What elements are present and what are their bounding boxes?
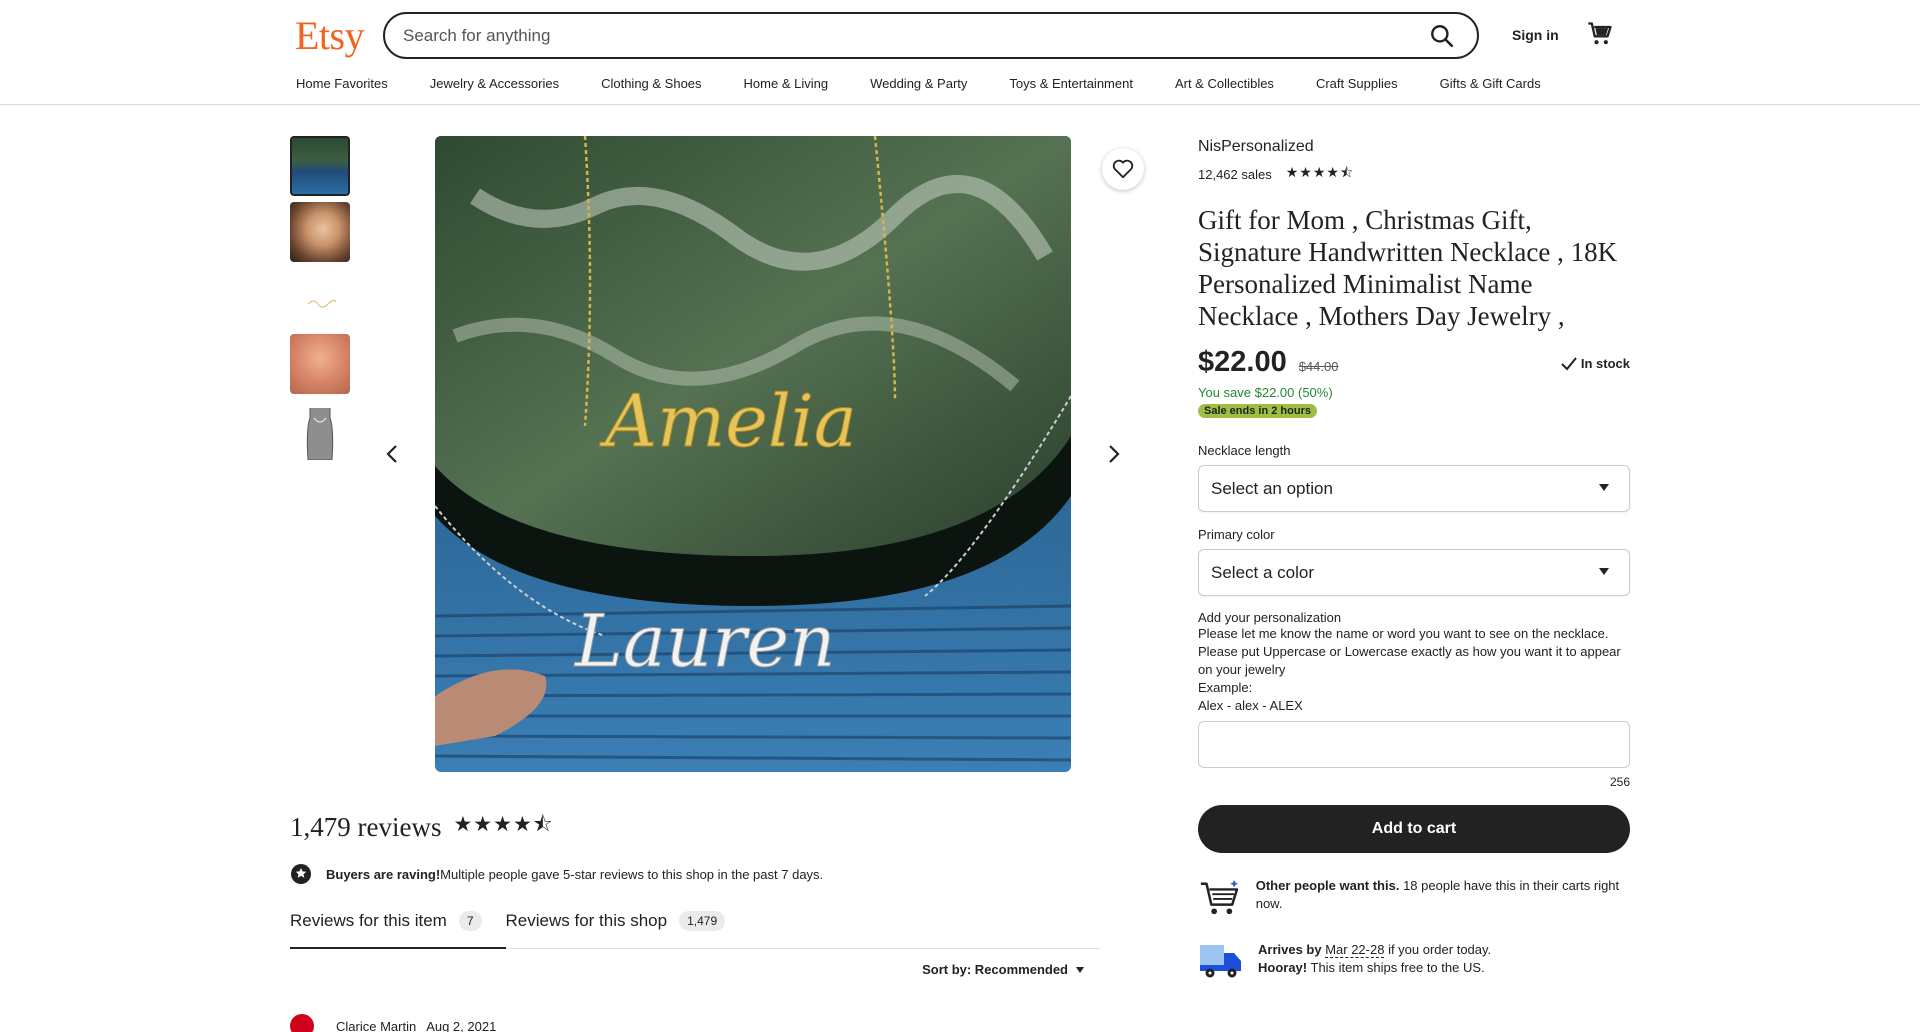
- original-price: $44.00: [1298, 359, 1339, 374]
- arrives-date[interactable]: Mar 22-28: [1325, 942, 1385, 958]
- reviews-rating-stars: ★★★★⯪: [453, 812, 554, 836]
- hooray-bold: Hooray!: [1258, 960, 1308, 975]
- instruction-line-4: Alex - alex - ALEX: [1198, 698, 1303, 713]
- necklace-text-1: Amelia: [599, 379, 857, 463]
- thumbnail-2[interactable]: [290, 202, 350, 262]
- heart-icon: [1112, 159, 1134, 179]
- char-count: 256: [1609, 775, 1630, 789]
- sales-count: 12,462 sales: [1198, 166, 1272, 182]
- nav-home-favorites[interactable]: Home Favorites: [296, 76, 388, 91]
- nav-jewelry[interactable]: Jewelry & Accessories: [430, 76, 559, 91]
- shipping-notice: Arrives by Mar 22-28 if you order today.…: [1198, 941, 1630, 981]
- raving-bold: Buyers are raving!: [326, 866, 441, 882]
- shipping-text: Arrives by Mar 22-28 if you order today.…: [1258, 941, 1491, 977]
- thumbnail-4[interactable]: [290, 334, 350, 394]
- search-bar[interactable]: [383, 12, 1479, 59]
- nav-art[interactable]: Art & Collectibles: [1175, 76, 1274, 91]
- review-date: Aug 2, 2021: [426, 1018, 497, 1032]
- caret-down-icon: [1599, 568, 1609, 575]
- nav-craft[interactable]: Craft Supplies: [1316, 76, 1398, 91]
- cart-icon[interactable]: [1586, 20, 1614, 48]
- personalization-label: Add your personalization: [1198, 610, 1342, 625]
- product-title: Gift for Mom , Christmas Gift, Signature…: [1198, 205, 1618, 331]
- prev-image-button[interactable]: [372, 434, 412, 474]
- personalization-instructions: Please let me know the name or word you …: [1198, 625, 1630, 715]
- tab-reviews-shop-count: 1,479: [679, 911, 726, 931]
- chevron-right-icon: [1109, 445, 1120, 463]
- thumbnail-5[interactable]: [290, 400, 350, 460]
- raving-icon: [291, 864, 311, 884]
- savings-text: You save $22.00 (50%): [1198, 385, 1333, 400]
- favorite-button[interactable]: [1102, 148, 1144, 190]
- arrives-suffix: if you order today.: [1384, 942, 1492, 957]
- primary-color-value: Select a color: [1211, 563, 1314, 582]
- thumbnail-list: [290, 136, 350, 466]
- instruction-line-3: Example:: [1198, 680, 1253, 695]
- arrives-prefix: Arrives by: [1258, 942, 1326, 957]
- necklace-photo: Amelia Lauren: [435, 136, 1071, 772]
- primary-color-select[interactable]: Select a color: [1198, 549, 1630, 596]
- review-author-row: Clarice Martin Aug 2, 2021: [290, 1014, 496, 1032]
- product-details: NisPersonalized 12,462 sales ★★★★⯪ Gift …: [1198, 138, 1630, 981]
- demand-bold: Other people want this.: [1255, 878, 1400, 893]
- nav-clothing[interactable]: Clothing & Shoes: [601, 76, 701, 91]
- shop-rating-stars[interactable]: ★★★★⯪: [1286, 162, 1354, 186]
- site-header: Etsy Sign in Home Favorites Jewelry & Ac…: [0, 0, 1920, 105]
- sort-label: Sort by: Recommended: [922, 962, 1068, 977]
- personalization-textarea[interactable]: [1198, 721, 1630, 768]
- reviews-count: 1,479 reviews: [290, 812, 442, 842]
- reviewer-name[interactable]: Clarice Martin: [336, 1019, 416, 1032]
- check-icon: [1561, 356, 1577, 370]
- necklace-text-2: Lauren: [573, 599, 836, 683]
- reviews-header: 1,479 reviews ★★★★⯪: [290, 810, 1100, 845]
- stock-text: In stock: [1580, 356, 1630, 371]
- caret-down-icon: [1599, 484, 1609, 491]
- reviews-tabs: Reviews for this item 7 Reviews for this…: [290, 911, 1100, 949]
- sign-in-link[interactable]: Sign in: [1512, 27, 1559, 43]
- search-input[interactable]: [403, 14, 1383, 57]
- price-row: $22.00 $44.00 In stock: [1198, 346, 1630, 379]
- thumbnail-3[interactable]: [290, 268, 350, 328]
- tab-reviews-shop[interactable]: Reviews for this shop 1,479: [506, 911, 750, 948]
- chevron-left-icon: [386, 445, 397, 463]
- next-image-button[interactable]: [1094, 434, 1134, 474]
- stock-status: In stock: [1561, 356, 1630, 371]
- instruction-line-2: Please put Uppercase or Lowercase exactl…: [1198, 644, 1621, 677]
- cart-demand-icon: [1200, 879, 1239, 915]
- nav-home-living[interactable]: Home & Living: [744, 76, 829, 91]
- tab-reviews-item[interactable]: Reviews for this item 7: [290, 911, 506, 949]
- shop-sales-row: 12,462 sales ★★★★⯪: [1198, 162, 1630, 186]
- necklace-length-value: Select an option: [1211, 479, 1333, 498]
- etsy-logo[interactable]: Etsy: [295, 12, 365, 59]
- thumbnail-1[interactable]: [290, 136, 350, 196]
- nav-toys[interactable]: Toys & Entertainment: [1009, 76, 1133, 91]
- truck-icon: [1200, 945, 1241, 978]
- nav-wedding[interactable]: Wedding & Party: [870, 76, 967, 91]
- tab-reviews-item-count: 7: [458, 911, 482, 931]
- add-to-cart-button[interactable]: Add to cart: [1198, 805, 1630, 853]
- avatar: [290, 1014, 314, 1032]
- hooray-rest: This item ships free to the US.: [1307, 960, 1485, 975]
- nav-gifts[interactable]: Gifts & Gift Cards: [1440, 76, 1541, 91]
- demand-text: Other people want this. 18 people have t…: [1256, 877, 1630, 913]
- necklace-length-label: Necklace length: [1198, 443, 1291, 458]
- caret-down-icon: [1076, 966, 1084, 973]
- tab-reviews-item-label: Reviews for this item: [290, 911, 447, 930]
- sale-badge: Sale ends in 2 hours: [1198, 404, 1317, 418]
- raving-rest: Multiple people gave 5-star reviews to t…: [440, 866, 824, 882]
- current-price: $22.00: [1198, 346, 1287, 378]
- reviews-section: 1,479 reviews ★★★★⯪ Buyers are raving! M…: [290, 810, 1100, 1032]
- raving-notice: Buyers are raving! Multiple people gave …: [290, 863, 1100, 885]
- instruction-line-1: Please let me know the name or word you …: [1198, 626, 1609, 641]
- shop-name[interactable]: NisPersonalized: [1198, 138, 1630, 156]
- product-image[interactable]: Amelia Lauren: [435, 136, 1071, 772]
- sort-dropdown[interactable]: Sort by: Recommended: [922, 962, 1084, 977]
- tab-reviews-shop-label: Reviews for this shop: [505, 911, 668, 930]
- category-nav: Home Favorites Jewelry & Accessories Clo…: [296, 76, 1583, 91]
- primary-color-label: Primary color: [1198, 527, 1275, 542]
- demand-notice: Other people want this. 18 people have t…: [1198, 877, 1630, 919]
- search-icon[interactable]: [1429, 23, 1455, 49]
- necklace-length-select[interactable]: Select an option: [1198, 465, 1630, 512]
